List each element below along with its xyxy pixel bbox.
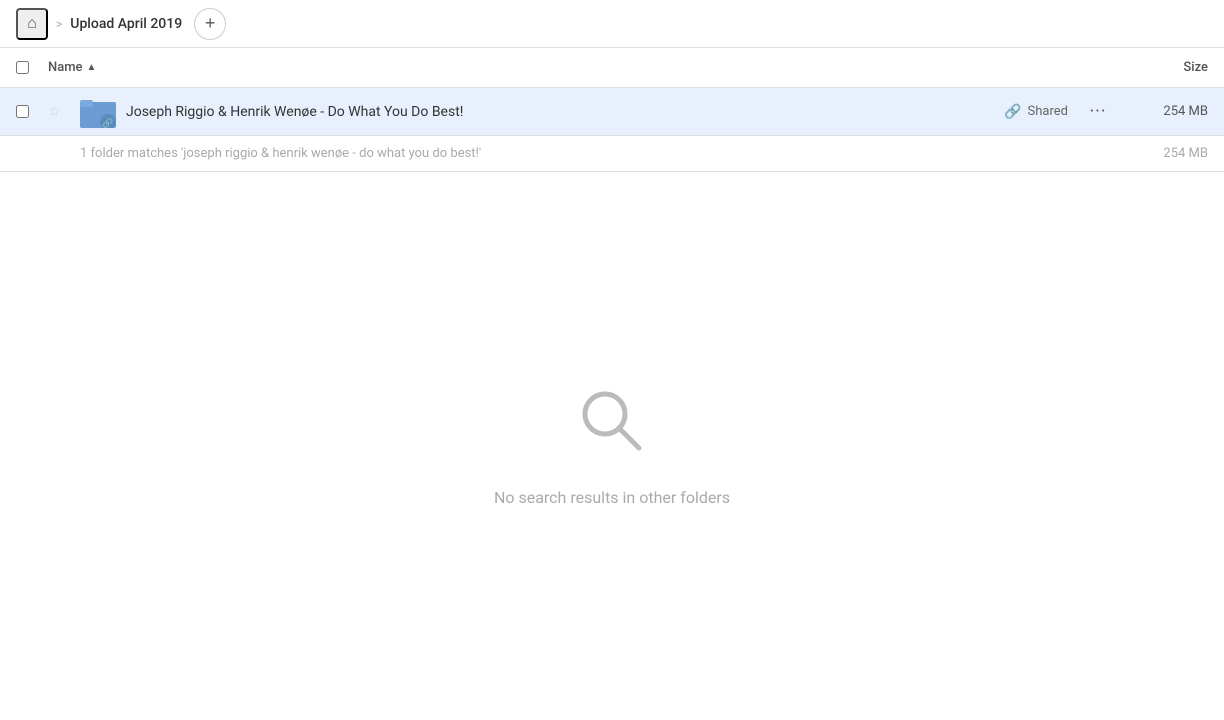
- row-checkbox[interactable]: [16, 105, 29, 118]
- file-name: Joseph Riggio & Henrik Wenøe - Do What Y…: [126, 104, 1004, 120]
- more-options-button[interactable]: ···: [1084, 98, 1112, 126]
- svg-text:🔗: 🔗: [102, 117, 113, 128]
- home-icon: ⌂: [27, 15, 37, 33]
- search-icon-svg: [577, 386, 647, 456]
- file-size: 254 MB: [1128, 104, 1208, 119]
- breadcrumb-upload-april-2019[interactable]: Upload April 2019: [70, 16, 182, 32]
- empty-search-icon: [577, 386, 647, 472]
- file-row[interactable]: ☆ 🔗 Joseph Riggio & Henrik Wenøe - Do Wh…: [0, 88, 1224, 136]
- top-bar: ⌂ > Upload April 2019 +: [0, 0, 1224, 48]
- row-checkbox-area: [16, 105, 48, 118]
- match-info-bar: 1 folder matches 'joseph riggio & henrik…: [0, 136, 1224, 172]
- header-checkbox-area: [16, 61, 48, 74]
- shared-label: Shared: [1028, 104, 1068, 119]
- folder-svg: 🔗: [80, 96, 116, 128]
- breadcrumb-separator: >: [56, 17, 62, 31]
- star-icon: ☆: [48, 104, 61, 120]
- star-button[interactable]: ☆: [48, 104, 72, 120]
- empty-state-area: No search results in other folders: [0, 172, 1224, 720]
- folder-icon: 🔗: [80, 94, 116, 130]
- match-text: 1 folder matches 'joseph riggio & henrik…: [80, 146, 1128, 161]
- add-button[interactable]: +: [194, 8, 226, 40]
- empty-text: No search results in other folders: [494, 488, 730, 507]
- column-header: Name ▲ Size: [0, 48, 1224, 88]
- select-all-checkbox[interactable]: [16, 61, 29, 74]
- name-column-label: Name: [48, 60, 83, 75]
- home-button[interactable]: ⌂: [16, 8, 48, 40]
- size-column-header[interactable]: Size: [1128, 60, 1208, 75]
- plus-icon: +: [205, 13, 216, 34]
- name-column-header[interactable]: Name ▲: [48, 60, 1128, 75]
- sort-arrow-icon: ▲: [87, 62, 97, 73]
- shared-indicator[interactable]: 🔗 Shared: [1004, 104, 1068, 120]
- match-size: 254 MB: [1128, 146, 1208, 161]
- link-icon: 🔗: [1004, 104, 1021, 120]
- more-icon: ···: [1089, 101, 1106, 122]
